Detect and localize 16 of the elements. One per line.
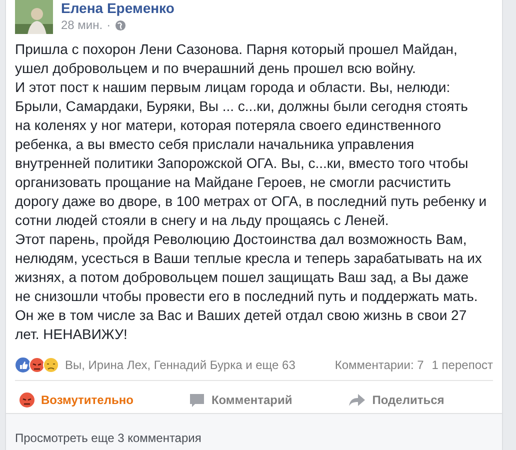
avatar[interactable] bbox=[15, 0, 53, 34]
arrow-icon bbox=[348, 392, 366, 408]
action-button[interactable]: Комментарий bbox=[185, 387, 296, 413]
separator: · bbox=[106, 17, 111, 34]
reaction-icons[interactable] bbox=[15, 357, 61, 373]
post-time[interactable]: 28 мин. bbox=[61, 16, 103, 34]
reaction-names[interactable]: Вы, Ирина Лех, Геннадий Бурка и еще 63 bbox=[65, 356, 296, 374]
shares-count[interactable]: 1 перепост bbox=[432, 356, 493, 374]
angry-face-icon bbox=[19, 392, 35, 408]
post-text: Пришла с похорон Лени Сазонова. Парня который прошел Майдан, ушел добровольцем и по вчерашний день прошел всю войну. И этот пост к нашим первым лицам города и области. Вы, нелюди: Брыли, Самардаки, Буряки, Вы ... с...ки, должны были сегодня стоять на коленях у ног матери, которая потеряла своего единственного ребенка, а вы вместо себя прислали начальника управления внутренней политики Запорожской ОГА. Вы, с...ки, вместо того чтобы организовать прощание на Майдане Героев, не смогли расчистить дорогу даже во дворе, в 100 метрах от ОГА, в последний путь ребенку и сотни людей стояли в снегу и на льду прощаясь с Леней. Этот парень, пройдя Революцию Достоинства дал возможность Вам, нелюдям, усесться в Ваши теплые кресла и теперь зарабатывать на их жизнях, а потом добровольцем пошел защищать Ваш зад, а Вы даже не снизошли чтобы провести его в последний путь и поддержать мать. Он же в том числе за Вас и Ваших детей отдал свою жизнь в свои 27 лет. НЕНАВИЖУ! bbox=[14, 40, 488, 344]
action-button[interactable]: Поделиться bbox=[344, 387, 448, 413]
comments-count[interactable]: Комментарии: 7 bbox=[334, 356, 424, 374]
author-name[interactable]: Елена Еременко bbox=[61, 0, 174, 16]
more-comments-link[interactable]: Просмотреть еще 3 комментария bbox=[15, 431, 202, 445]
action-button[interactable]: Возмутительно bbox=[15, 387, 138, 413]
speech-bubble-icon bbox=[189, 392, 206, 408]
